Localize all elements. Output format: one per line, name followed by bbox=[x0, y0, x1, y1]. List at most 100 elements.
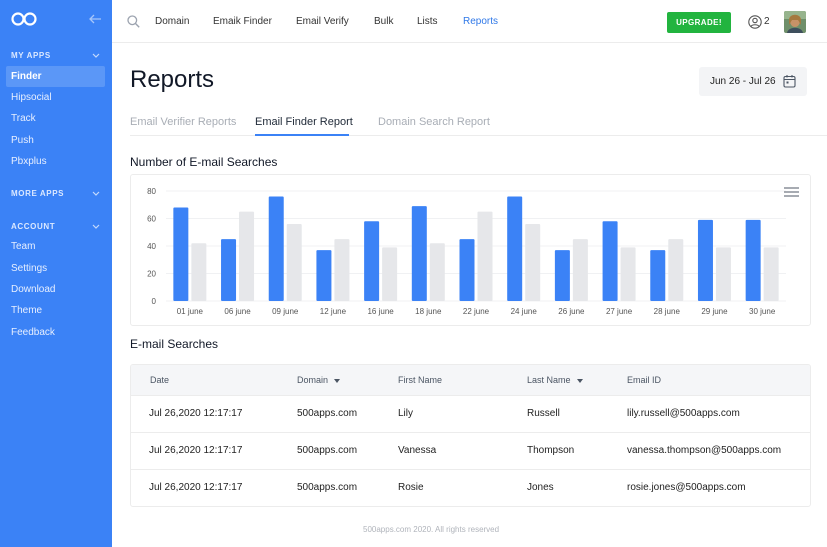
chevron-down-icon[interactable] bbox=[92, 53, 100, 59]
chart-title: Number of E-mail Searches bbox=[130, 155, 278, 169]
column-header-last-name[interactable]: Last Name bbox=[527, 375, 583, 385]
calendar-icon bbox=[783, 75, 796, 88]
nav-email-finder[interactable]: Emaik Finder bbox=[213, 16, 272, 27]
sidebar-item-track[interactable]: Track bbox=[6, 108, 105, 129]
bar-primary[interactable] bbox=[554, 250, 570, 301]
x-tick-label: 16 june bbox=[367, 307, 394, 316]
user-icon[interactable] bbox=[748, 15, 762, 29]
section-my-apps[interactable]: MY APPS bbox=[11, 51, 51, 60]
x-tick-label: 12 june bbox=[320, 307, 347, 316]
sidebar-item-pbxplus[interactable]: Pbxplus bbox=[6, 151, 105, 172]
tabs-divider bbox=[130, 135, 827, 136]
bar-secondary[interactable] bbox=[286, 224, 302, 301]
column-header-date[interactable]: Date bbox=[150, 375, 169, 385]
sort-caret-icon[interactable] bbox=[576, 378, 583, 383]
bar-secondary[interactable] bbox=[620, 247, 636, 301]
bar-secondary[interactable] bbox=[715, 247, 731, 301]
sort-caret-icon[interactable] bbox=[334, 378, 341, 383]
chevron-down-icon[interactable] bbox=[92, 191, 100, 197]
column-header-domain-label: Domain bbox=[297, 375, 329, 385]
section-account[interactable]: ACCOUNT bbox=[11, 222, 55, 231]
search-icon[interactable] bbox=[127, 15, 140, 28]
sidebar-item-theme[interactable]: Theme bbox=[6, 300, 105, 321]
x-tick-label: 30 june bbox=[749, 307, 776, 316]
bar-primary[interactable] bbox=[411, 206, 427, 301]
x-tick-label: 01 june bbox=[177, 307, 204, 316]
bar-secondary[interactable] bbox=[429, 243, 445, 301]
bar-secondary[interactable] bbox=[477, 211, 493, 301]
x-tick-label: 06 june bbox=[224, 307, 251, 316]
cell-first-name: Vanessa bbox=[398, 445, 437, 456]
column-header-domain[interactable]: Domain bbox=[297, 375, 341, 385]
sidebar-item-push[interactable]: Push bbox=[6, 130, 105, 151]
nav-bulk[interactable]: Bulk bbox=[374, 16, 393, 27]
tab-email-verifier-reports[interactable]: Email Verifier Reports bbox=[130, 116, 236, 128]
table-row[interactable]: Jul 26,2020 12:17:17 500apps.com Lily Ru… bbox=[131, 395, 810, 432]
date-range-picker[interactable]: Jun 26 - Jul 26 bbox=[699, 67, 807, 96]
bar-primary[interactable] bbox=[316, 250, 332, 301]
table-title: E-mail Searches bbox=[130, 337, 219, 351]
bar-primary[interactable] bbox=[650, 250, 666, 301]
bar-primary[interactable] bbox=[173, 207, 189, 302]
x-tick-label: 27 june bbox=[606, 307, 633, 316]
infinity-logo-icon[interactable] bbox=[11, 11, 37, 27]
bar-secondary[interactable] bbox=[334, 239, 350, 301]
page-title: Reports bbox=[130, 66, 215, 93]
bar-secondary[interactable] bbox=[668, 239, 684, 301]
sidebar-item-download[interactable]: Download bbox=[6, 279, 105, 300]
top-navbar: Domain Emaik Finder Email Verify Bulk Li… bbox=[112, 0, 827, 43]
bar-primary[interactable] bbox=[459, 239, 475, 301]
collapse-sidebar-icon[interactable] bbox=[88, 12, 102, 26]
chart-menu-icon[interactable] bbox=[784, 187, 799, 197]
nav-domain[interactable]: Domain bbox=[155, 16, 189, 27]
column-header-first-name[interactable]: First Name bbox=[398, 375, 442, 385]
sidebar-item-team[interactable]: Team bbox=[6, 236, 105, 257]
nav-email-verify[interactable]: Email Verify bbox=[296, 16, 349, 27]
chevron-down-icon[interactable] bbox=[92, 224, 100, 230]
cell-first-name: Rosie bbox=[398, 482, 424, 493]
table-row[interactable]: Jul 26,2020 12:17:17 500apps.com Rosie J… bbox=[131, 469, 810, 506]
y-tick-label: 0 bbox=[152, 297, 157, 306]
bar-primary[interactable] bbox=[745, 219, 761, 301]
sidebar-item-hipsocial[interactable]: Hipsocial bbox=[6, 87, 105, 108]
footer-copyright: 500apps.com 2020. All rights reserved bbox=[363, 525, 500, 534]
cell-email: vanessa.thompson@500apps.com bbox=[627, 445, 782, 456]
bar-primary[interactable] bbox=[602, 221, 618, 301]
avatar[interactable] bbox=[784, 11, 806, 33]
column-header-email-id[interactable]: Email ID bbox=[627, 375, 661, 385]
sidebar-item-finder[interactable]: Finder bbox=[6, 66, 105, 87]
bar-secondary[interactable] bbox=[191, 243, 207, 301]
sidebar-item-feedback[interactable]: Feedback bbox=[6, 322, 105, 343]
date-range-label: Jun 26 - Jul 26 bbox=[710, 76, 776, 87]
x-tick-label: 09 june bbox=[272, 307, 299, 316]
sidebar-item-settings[interactable]: Settings bbox=[6, 258, 105, 279]
cell-last-name: Thompson bbox=[527, 445, 575, 456]
cell-date: Jul 26,2020 12:17:17 bbox=[149, 408, 243, 419]
y-tick-label: 20 bbox=[147, 270, 156, 279]
bar-primary[interactable] bbox=[697, 219, 713, 301]
upgrade-button[interactable]: UPGRADE! bbox=[667, 12, 731, 33]
cell-date: Jul 26,2020 12:17:17 bbox=[149, 482, 243, 493]
bar-secondary[interactable] bbox=[763, 247, 779, 301]
tab-domain-search-report[interactable]: Domain Search Report bbox=[378, 116, 490, 128]
cell-email: rosie.jones@500apps.com bbox=[627, 482, 746, 493]
email-searches-bar-chart: 0 20 40 60 80 01 june 06 june 09 june 12 june 16 … bbox=[147, 187, 786, 316]
bar-secondary[interactable] bbox=[572, 239, 588, 301]
bar-primary[interactable] bbox=[507, 196, 523, 302]
bar-primary[interactable] bbox=[268, 196, 284, 302]
bar-secondary[interactable] bbox=[239, 211, 255, 301]
table-header: Date Domain First Name Last Name Email I… bbox=[131, 365, 810, 395]
bar-secondary[interactable] bbox=[382, 247, 398, 301]
x-tick-label: 26 june bbox=[558, 307, 585, 316]
cell-last-name: Russell bbox=[527, 408, 560, 419]
user-count: 2 bbox=[764, 16, 770, 27]
cell-domain: 500apps.com bbox=[297, 482, 358, 493]
nav-reports[interactable]: Reports bbox=[463, 16, 498, 27]
bar-secondary[interactable] bbox=[525, 224, 541, 301]
section-more-apps[interactable]: MORE APPS bbox=[11, 189, 64, 198]
table-row[interactable]: Jul 26,2020 12:17:17 500apps.com Vanessa… bbox=[131, 432, 810, 469]
bar-primary[interactable] bbox=[364, 221, 380, 301]
nav-lists[interactable]: Lists bbox=[417, 16, 438, 27]
bar-primary[interactable] bbox=[221, 239, 237, 301]
tab-email-finder-report[interactable]: Email Finder Report bbox=[255, 116, 353, 128]
